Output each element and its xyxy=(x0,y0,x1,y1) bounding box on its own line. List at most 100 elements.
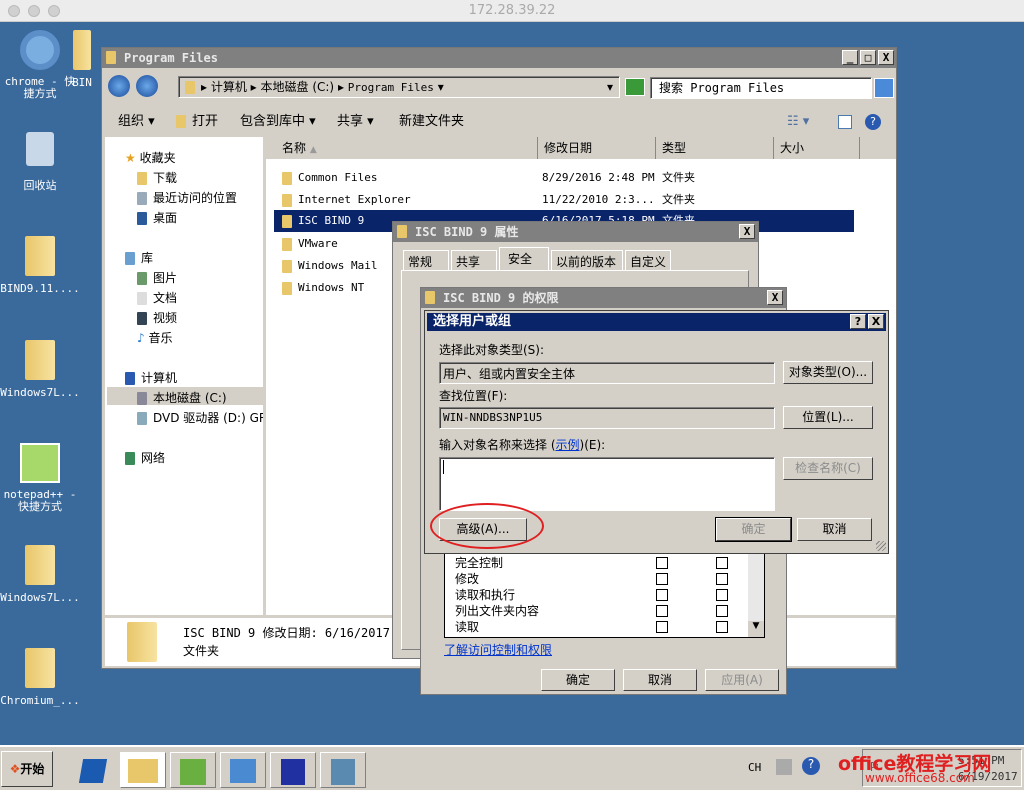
allow-checkbox[interactable] xyxy=(656,589,668,601)
learn-access-control-link[interactable]: 了解访问控制和权限 xyxy=(444,641,552,658)
column-type[interactable]: 类型 xyxy=(656,137,774,159)
close-button[interactable]: X xyxy=(739,224,755,239)
ok-button[interactable]: 确定 xyxy=(715,517,792,542)
ok-button[interactable]: 确定 xyxy=(541,669,615,691)
sidebar-libraries[interactable]: 库 xyxy=(125,249,153,266)
file-row[interactable]: Common Files 8/29/2016 2:48 PM 文件夹 xyxy=(282,167,854,189)
deny-checkbox[interactable] xyxy=(716,589,728,601)
allow-checkbox[interactable] xyxy=(656,605,668,617)
help-icon[interactable]: ? xyxy=(802,757,820,775)
close-dot[interactable] xyxy=(8,5,20,17)
column-size[interactable]: 大小 xyxy=(774,137,860,159)
sidebar-item-music[interactable]: ♪ 音乐 xyxy=(137,329,173,346)
breadcrumb-computer[interactable]: 计算机 xyxy=(211,80,247,94)
allow-checkbox[interactable] xyxy=(656,621,668,633)
language-indicator[interactable]: CH xyxy=(748,761,761,774)
maximize-button[interactable]: □ xyxy=(860,50,876,65)
sidebar-item-downloads[interactable]: 下载 xyxy=(137,169,177,186)
sidebar-item-local-disk[interactable]: 本地磁盘 (C:) xyxy=(107,387,263,405)
apply-button[interactable]: 应用(A) xyxy=(705,669,779,691)
file-row[interactable]: Windows NT xyxy=(282,277,364,299)
back-button[interactable] xyxy=(108,75,130,97)
include-library-button[interactable]: 包含到库中 ▾ xyxy=(240,106,316,138)
deny-checkbox[interactable] xyxy=(716,605,728,617)
minimize-button[interactable]: _ xyxy=(842,50,858,65)
sidebar-computer[interactable]: 计算机 xyxy=(125,369,177,386)
file-row[interactable]: VMware xyxy=(282,233,338,255)
column-date[interactable]: 修改日期 xyxy=(538,137,656,159)
minimize-dot[interactable] xyxy=(28,5,40,17)
open-button[interactable]: 打开 xyxy=(176,106,218,138)
cancel-button[interactable]: 取消 xyxy=(623,669,697,691)
sidebar-item-recent[interactable]: 最近访问的位置 xyxy=(137,189,237,206)
start-button[interactable]: ❖开始 xyxy=(1,751,53,787)
refresh-icon[interactable] xyxy=(625,78,645,96)
search-icon[interactable] xyxy=(874,78,894,98)
close-button[interactable]: X xyxy=(767,290,783,305)
resize-grip[interactable] xyxy=(876,541,886,551)
permissions-titlebar[interactable]: ISC BIND 9 的权限 X xyxy=(421,288,786,308)
address-dropdown-icon[interactable]: ▾ xyxy=(607,77,613,97)
taskbar-remote-desktop[interactable] xyxy=(320,752,366,788)
sidebar-item-dvd[interactable]: DVD 驱动器 (D:) GR xyxy=(137,409,263,426)
view-options-icon[interactable]: ☷ ▾ xyxy=(787,106,809,138)
allow-checkbox[interactable] xyxy=(656,557,668,569)
desktop-icon-windows7l-zip[interactable]: Windows7L... xyxy=(0,545,80,604)
sidebar-item-videos[interactable]: 视频 xyxy=(137,309,177,326)
deny-checkbox[interactable] xyxy=(716,621,728,633)
taskbar-notepadpp[interactable] xyxy=(170,752,216,788)
properties-titlebar[interactable]: ISC BIND 9 属性 X xyxy=(393,222,758,242)
desktop-icon-recycle-bin[interactable]: 回收站 xyxy=(0,132,80,192)
sidebar-item-documents[interactable]: 文档 xyxy=(137,289,177,306)
desktop-icon-chromium[interactable]: Chromium_... xyxy=(0,648,80,707)
deny-checkbox[interactable] xyxy=(716,557,728,569)
share-button[interactable]: 共享 ▾ xyxy=(337,106,374,138)
object-types-button[interactable]: 对象类型(O)... xyxy=(783,361,873,384)
desktop-icon-windows7l[interactable]: Windows7L... xyxy=(0,340,80,399)
explorer-titlebar[interactable]: Program Files _ □ X xyxy=(102,48,896,68)
sidebar-item-desktop[interactable]: 桌面 xyxy=(137,209,177,226)
file-row[interactable]: Windows Mail xyxy=(282,255,377,277)
keyboard-icon[interactable] xyxy=(776,759,792,775)
select-users-titlebar[interactable]: 选择用户或组 ? X xyxy=(427,313,886,331)
sidebar-item-pictures[interactable]: 图片 xyxy=(137,269,177,286)
breadcrumb-drive[interactable]: 本地磁盘 (C:) xyxy=(261,80,335,94)
column-name[interactable]: 名称 ▲ xyxy=(266,137,538,159)
address-bar[interactable]: ▸ 计算机 ▸ 本地磁盘 (C:) ▸ Program Files ▾ ▾ xyxy=(178,76,620,98)
desktop-icon-bin[interactable]: BIN xyxy=(62,30,102,89)
preview-pane-icon[interactable] xyxy=(838,115,852,129)
cancel-button[interactable]: 取消 xyxy=(797,518,872,541)
tab-security[interactable]: 安全 xyxy=(499,247,549,271)
sidebar-favorites[interactable]: ★ 收藏夹 xyxy=(125,149,176,166)
permission-row: 读取和执行 xyxy=(455,588,516,602)
tab-customize[interactable]: 自定义 xyxy=(625,250,671,270)
taskbar-server-manager[interactable] xyxy=(220,752,266,788)
desktop-icon-notepadpp[interactable]: notepad++ - 快捷方式 xyxy=(0,443,80,513)
search-input[interactable]: 搜索 Program Files xyxy=(650,77,872,99)
zoom-dot[interactable] xyxy=(48,5,60,17)
allow-checkbox[interactable] xyxy=(656,573,668,585)
new-folder-button[interactable]: 新建文件夹 xyxy=(399,106,464,138)
help-button[interactable]: ? xyxy=(850,314,866,329)
file-row[interactable]: Internet Explorer 11/22/2010 2:3... 文件夹 xyxy=(282,189,854,211)
sidebar-network[interactable]: 网络 xyxy=(125,449,165,466)
check-names-button[interactable]: 检查名称(C) xyxy=(783,457,873,480)
close-button[interactable]: X xyxy=(868,314,884,329)
tab-sharing[interactable]: 共享 xyxy=(451,250,497,270)
breadcrumb-program-files[interactable]: Program Files xyxy=(348,81,434,94)
help-icon[interactable]: ? xyxy=(865,114,881,130)
forward-button[interactable] xyxy=(136,75,158,97)
organize-button[interactable]: 组织 ▾ xyxy=(118,106,155,138)
close-button[interactable]: X xyxy=(878,50,894,65)
chrome-icon xyxy=(20,30,60,70)
taskbar-powershell[interactable] xyxy=(70,752,116,788)
scroll-down-icon[interactable]: ▼ xyxy=(748,621,764,637)
desktop-icon-bind[interactable]: BIND9.11.... xyxy=(0,236,80,295)
taskbar-explorer[interactable] xyxy=(120,752,166,788)
taskbar-network-app[interactable] xyxy=(270,752,316,788)
tab-general[interactable]: 常规 xyxy=(403,250,449,270)
tab-previous-versions[interactable]: 以前的版本 xyxy=(551,250,623,270)
examples-link[interactable]: 示例 xyxy=(556,438,580,452)
deny-checkbox[interactable] xyxy=(716,573,728,585)
locations-button[interactable]: 位置(L)... xyxy=(783,406,873,429)
